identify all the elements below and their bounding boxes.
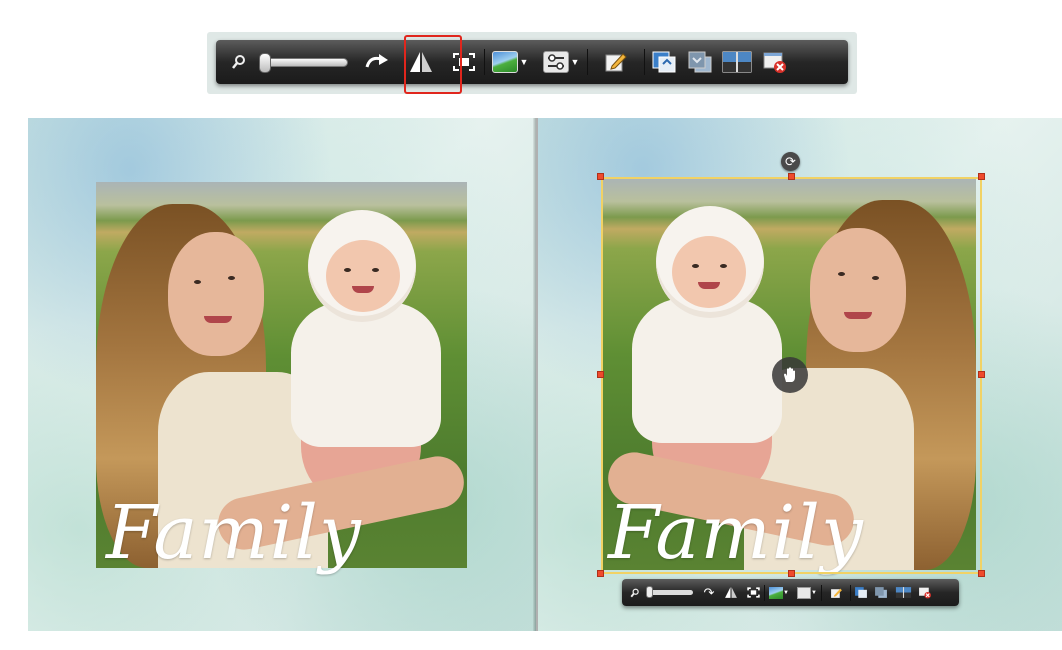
resize-handle-bottom-right[interactable] [978,570,985,577]
mother-face [168,232,264,356]
baby-sweater [291,302,441,447]
flip-icon[interactable] [720,579,742,606]
zoom-slider[interactable] [642,579,698,606]
edit-icon[interactable] [822,579,850,606]
zoom-icon[interactable] [628,579,642,606]
chevron-down-icon: ▼ [570,57,580,67]
rotate-handle-icon[interactable]: ⟳ [781,152,800,171]
mini-photo-toolbar: ↷ ▼ ▼ [622,579,959,606]
send-backward-icon[interactable] [683,40,717,84]
baby-bonnet [308,210,416,322]
chevron-down-icon: ▼ [519,57,529,67]
background-icon[interactable] [891,579,915,606]
edit-icon[interactable] [588,40,644,84]
resize-handle-bottom[interactable] [788,570,795,577]
flip-tool-highlight [404,35,462,94]
zoom-slider-track [259,52,348,73]
delete-icon[interactable] [915,579,935,606]
adjust-settings-icon[interactable]: ▼ [793,579,821,606]
hand-pan-icon[interactable] [772,357,808,393]
zoom-slider[interactable] [252,40,356,84]
rotate-icon[interactable]: ↷ [698,579,720,606]
photo-toolbar: ▼ ▼ [216,40,848,84]
image-filter-icon[interactable]: ▼ [485,40,535,84]
left-caption[interactable]: Family [106,490,362,576]
image-filter-icon[interactable]: ▼ [765,579,793,606]
resize-handle-left[interactable] [597,371,604,378]
fit-frame-icon[interactable] [742,579,764,606]
resize-handle-bottom-left[interactable] [597,570,604,577]
resize-handle-right[interactable] [978,371,985,378]
rotate-icon[interactable] [356,40,398,84]
resize-handle-top[interactable] [788,173,795,180]
zoom-slider-thumb[interactable] [259,52,271,73]
background-icon[interactable] [717,40,757,84]
top-toolbar-backdrop: ▼ ▼ [207,32,857,94]
resize-handle-top-left[interactable] [597,173,604,180]
delete-icon[interactable] [757,40,793,84]
adjust-settings-icon[interactable]: ▼ [535,40,587,84]
resize-handle-top-right[interactable] [978,173,985,180]
bring-forward-icon[interactable] [645,40,683,84]
zoom-icon[interactable] [226,40,252,84]
send-backward-icon[interactable] [871,579,891,606]
bring-forward-icon[interactable] [851,579,871,606]
left-page[interactable]: Family [28,118,536,631]
